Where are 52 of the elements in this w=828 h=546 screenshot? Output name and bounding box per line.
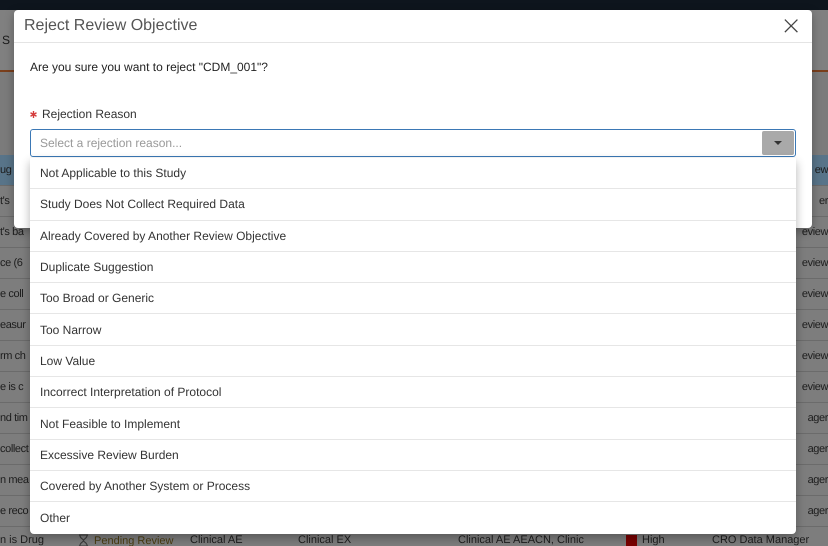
table-cell-text: Clinical AE AEACN, Clinic [458, 534, 585, 546]
dropdown-option[interactable]: Study Does Not Collect Required Data [30, 189, 796, 221]
dialog-title: Reject Review Objective [24, 17, 198, 35]
dropdown-option[interactable]: Low Value [30, 346, 796, 378]
table-cell: eview [802, 319, 828, 331]
close-button[interactable]: × [778, 13, 804, 39]
confirmation-message: Are you sure you want to reject "CDM_001"? [30, 60, 269, 74]
priority-label: High [642, 534, 665, 546]
table-cell: ager [808, 443, 828, 455]
table-cell: eview [802, 257, 828, 269]
table-cell: rm ch [0, 350, 26, 362]
table-cell: CRO Data Manager [712, 534, 810, 546]
dropdown-option[interactable]: Other [30, 502, 796, 534]
table-cell: t's ba [0, 226, 24, 238]
dropdown-option[interactable]: Too Broad or Generic [30, 283, 796, 314]
priority-swatch [626, 534, 637, 546]
dropdown-button[interactable] [762, 131, 794, 155]
table-cell: n mea [0, 474, 29, 486]
table-cell: e coll [0, 288, 24, 300]
status-label: Pending Review [94, 534, 174, 546]
tab[interactable]: S [0, 33, 10, 47]
table-cell: easur [0, 319, 26, 331]
dropdown-option[interactable]: Already Covered by Another Review Objective [30, 220, 796, 252]
field-label: Rejection Reason [42, 107, 137, 121]
table-cell: e is c [0, 381, 24, 393]
table-cell: eview [802, 226, 828, 238]
table-cell: eview [802, 350, 828, 362]
table-cell-text: n is Drug [0, 534, 46, 546]
table-cell: er [819, 195, 828, 207]
caret-icon [774, 140, 782, 146]
table-cell: eview [802, 288, 828, 300]
dropdown-option[interactable]: Duplicate Suggestion [30, 252, 796, 284]
table-cell: ce (6 [0, 257, 22, 269]
dropdown-option[interactable]: Not Applicable to this Study [30, 158, 796, 190]
table-cell: t's [0, 195, 10, 207]
table-cell: ager [808, 505, 828, 517]
dropdown-option[interactable]: Incorrect Interpretation of Protocol [30, 377, 796, 408]
dropdown-option[interactable]: Not Feasible to Implement [30, 408, 796, 440]
dropdown-option[interactable]: Excessive Review Burden [30, 440, 796, 471]
table-cell: ager [808, 412, 828, 424]
table-cell: collect [0, 443, 28, 455]
table-cell-text: Clinical AE [190, 534, 244, 546]
table-cell: nd tim [0, 412, 28, 424]
table-cell: eview [802, 381, 828, 393]
table-cell: ew [814, 164, 828, 176]
table-cell: ug [0, 164, 12, 176]
dropdown-option[interactable]: Too Narrow [30, 314, 796, 346]
dropdown-option[interactable]: Covered by Another System or Process [30, 470, 796, 502]
hourglass-icon [78, 534, 89, 546]
table-cell: e reco [0, 505, 28, 517]
table-cell-text: Clinical EX [298, 534, 352, 546]
table-cell: ager [808, 474, 828, 486]
